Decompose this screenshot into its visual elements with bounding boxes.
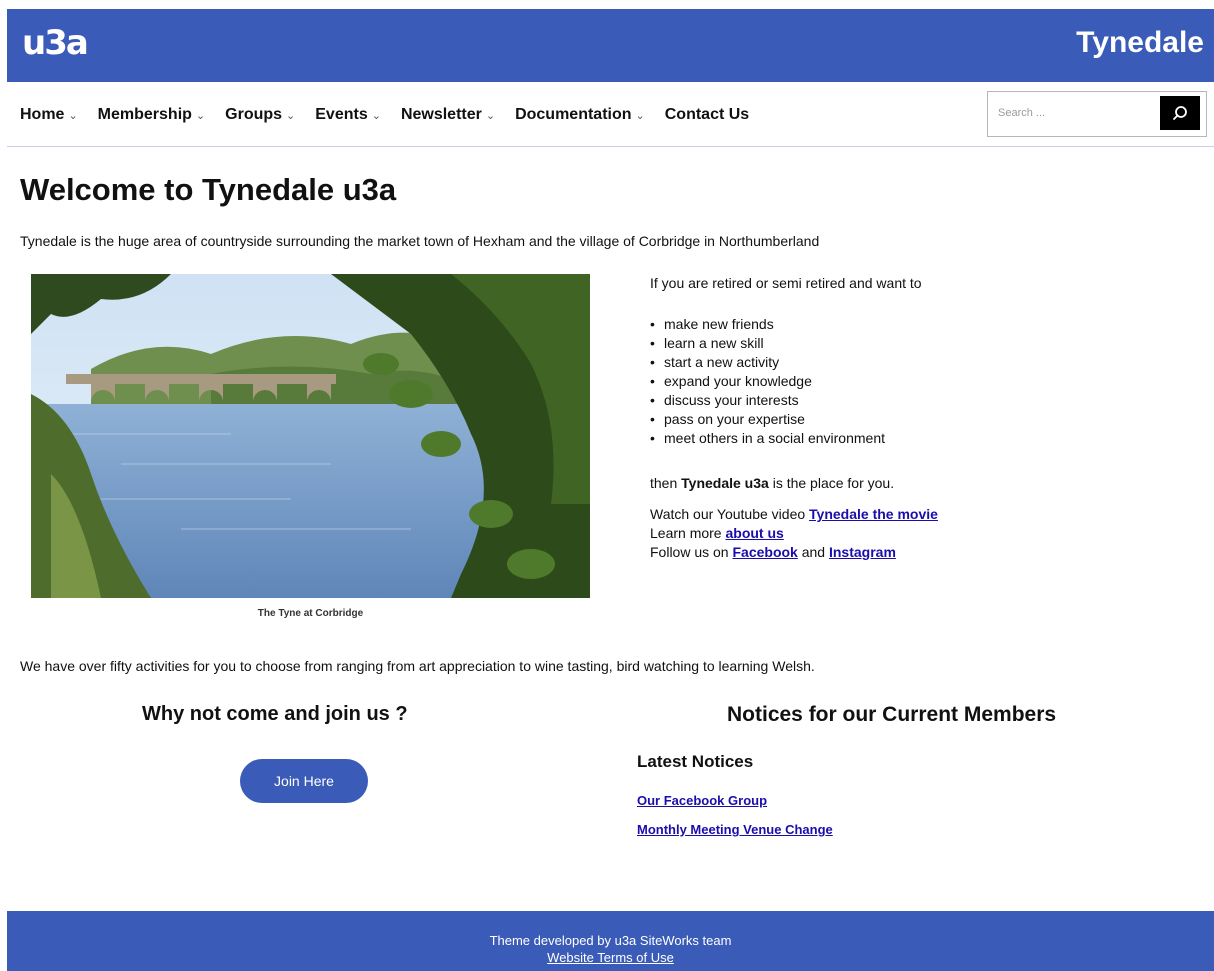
then-prefix: then [650,475,678,491]
youtube-video-link[interactable]: Tynedale the movie [809,506,938,522]
latest-notices-heading: Latest Notices [637,752,754,771]
activities-text: We have over fifty activities for you to… [20,658,815,674]
then-line: then Tynedale u3a is the place for you. [650,474,938,493]
nav-item-label: Newsletter [400,106,482,123]
nav-item-newsletter[interactable]: Newsletter ⌄ [401,106,495,124]
benefits-list: make new friends learn a new skill start… [650,315,938,448]
notice-link-facebook-group[interactable]: Our Facebook Group [637,793,767,808]
and-text: and [801,544,826,560]
search-icon [1173,106,1187,120]
list-item: make new friends [650,315,938,334]
terms-of-use-link[interactable]: Website Terms of Use [547,950,674,965]
footer-credit: Theme developed by u3a SiteWorks team [489,933,732,948]
featured-figure: The Tyne at Corbridge [31,274,590,619]
search-button[interactable] [1160,96,1200,130]
nav-item-documentation[interactable]: Documentation ⌄ [515,106,645,124]
nav-item-events[interactable]: Events ⌄ [315,106,381,124]
notice-link-venue-change[interactable]: Monthly Meeting Venue Change [637,822,833,837]
chevron-down-icon: ⌄ [485,110,496,122]
facebook-link[interactable]: Facebook [732,544,797,560]
list-item: pass on your expertise [650,410,938,429]
search-input[interactable] [988,92,1168,134]
chevron-down-icon: ⌄ [286,110,296,122]
nav-item-label: Contact Us [664,106,750,123]
nav-item-label: Events [315,106,368,123]
chevron-down-icon: ⌄ [371,110,381,122]
nav-item-home[interactable]: Home ⌄ [20,106,78,124]
search-form [987,91,1207,137]
site-footer: Theme developed by u3a SiteWorks team We… [7,911,1214,971]
chevron-down-icon: ⌄ [68,110,78,122]
learn-line: Learn more about us [650,524,938,543]
list-item: discuss your interests [650,391,938,410]
nav-item-label: Membership [97,106,192,123]
river-tyne-photo [31,274,590,598]
list-item: expand your knowledge [650,372,938,391]
nav-item-groups[interactable]: Groups ⌄ [225,106,295,124]
figure-caption: The Tyne at Corbridge [257,608,364,619]
join-heading: Why not come and join us ? [142,703,408,725]
intro-text: Tynedale is the huge area of countryside… [20,233,820,249]
u3a-logo[interactable]: u3a [22,23,89,63]
list-item: learn a new skill [650,334,938,353]
footer-terms-line: Website Terms of Use [7,950,1214,965]
follow-prefix: Follow us on [650,544,729,560]
nav-item-label: Home [20,106,65,123]
intro-right-column: If you are retired or semi retired and w… [650,274,938,562]
list-item: start a new activity [650,353,938,372]
intro-lead: If you are retired or semi retired and w… [650,275,922,291]
chevron-down-icon: ⌄ [635,110,645,122]
notices-heading: Notices for our Current Members [727,703,1057,726]
nav-item-label: Documentation [515,106,632,123]
follow-line: Follow us on Facebook and Instagram [650,543,938,562]
then-bold: Tynedale u3a [681,475,769,491]
learn-prefix: Learn more [650,525,722,541]
page-title: Welcome to Tynedale u3a [20,172,397,207]
main-navigation: Home ⌄ Membership ⌄ Groups ⌄ Events ⌄ Newsle… [7,82,1214,147]
then-suffix: is the place for you. [772,475,895,491]
menu-bar: Home ⌄ Membership ⌄ Groups ⌄ Events ⌄ Newsle… [20,106,769,124]
nav-item-membership[interactable]: Membership ⌄ [98,106,205,124]
watch-line: Watch our Youtube video Tynedale the mov… [650,505,938,524]
join-here-button[interactable]: Join Here [240,759,368,803]
site-name[interactable]: Tynedale [1076,26,1204,60]
site-header: u3a Tynedale [7,9,1214,82]
nav-item-contact-us[interactable]: Contact Us [665,106,749,124]
chevron-down-icon: ⌄ [195,110,206,122]
instagram-link[interactable]: Instagram [829,544,896,560]
nav-item-label: Groups [225,106,283,123]
list-item: meet others in a social environment [650,429,938,448]
about-us-link[interactable]: about us [725,525,783,541]
watch-prefix: Watch our Youtube video [650,506,806,522]
